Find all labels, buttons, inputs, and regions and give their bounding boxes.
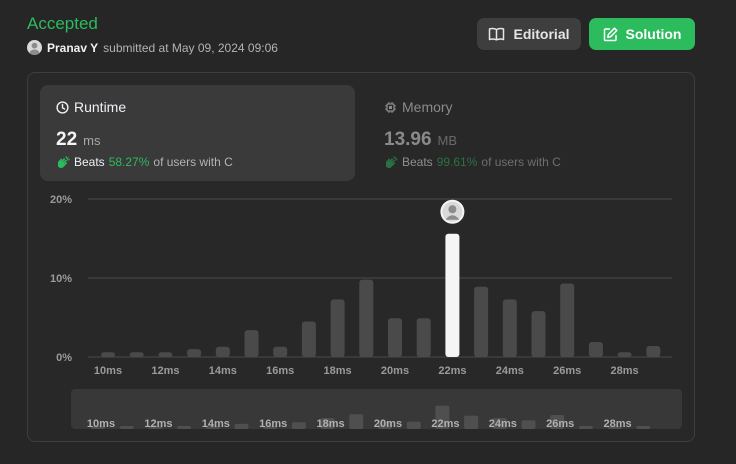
range-tick-label: 12ms	[144, 418, 172, 430]
bar[interactable]	[215, 346, 230, 357]
book-icon	[489, 27, 505, 41]
range-tick-label: 10ms	[87, 418, 115, 430]
range-tick-label: 24ms	[489, 418, 517, 430]
bar[interactable]	[359, 279, 374, 357]
x-tick-label: 14ms	[209, 365, 237, 377]
bar[interactable]	[129, 352, 144, 357]
range-tick-label: 22ms	[431, 418, 459, 430]
user-icon	[29, 42, 40, 55]
mini-bar	[291, 422, 306, 429]
username[interactable]: Pranav Y	[47, 41, 98, 55]
mini-bar	[406, 421, 421, 429]
y-tick-label: 0%	[56, 352, 72, 364]
bar[interactable]	[617, 352, 632, 357]
user-icon	[448, 205, 457, 214]
bar[interactable]	[474, 286, 489, 357]
solution-label: Solution	[625, 26, 682, 42]
bar[interactable]	[646, 345, 661, 357]
submission-info: Pranav Y submitted at May 09, 2024 09:06	[27, 40, 278, 55]
range-tick-label: 14ms	[202, 418, 230, 430]
editorial-button[interactable]: Editorial	[477, 18, 581, 50]
bar[interactable]	[273, 346, 288, 357]
y-tick-label: 10%	[50, 273, 72, 285]
result-panel: Runtime 22 ms Beats 58.27% of users with…	[27, 72, 695, 442]
x-tick-label: 20ms	[381, 365, 409, 377]
bar[interactable]	[158, 352, 173, 357]
bar-selected[interactable]	[445, 233, 460, 357]
x-tick-label: 16ms	[266, 365, 294, 377]
range-tick-label: 20ms	[374, 418, 402, 430]
range-tick-label: 28ms	[604, 418, 632, 430]
editorial-label: Editorial	[513, 26, 570, 42]
bar[interactable]	[301, 321, 316, 357]
x-tick-label: 28ms	[611, 365, 639, 377]
x-tick-label: 10ms	[94, 365, 122, 377]
bar[interactable]	[531, 311, 546, 357]
bar[interactable]	[330, 299, 345, 357]
bar[interactable]	[416, 318, 431, 357]
range-tick-label: 16ms	[259, 418, 287, 430]
edit-icon	[603, 26, 618, 41]
mini-bar	[119, 426, 134, 429]
mini-bar	[464, 415, 479, 429]
submitted-at: submitted at May 09, 2024 09:06	[103, 40, 278, 55]
mini-bar	[578, 426, 593, 429]
mini-bar	[521, 420, 536, 429]
mini-bar	[234, 423, 249, 429]
x-tick-label: 22ms	[438, 365, 466, 377]
x-tick-label: 18ms	[324, 365, 352, 377]
status-label: Accepted	[27, 14, 98, 33]
bar[interactable]	[101, 352, 115, 357]
bar[interactable]	[187, 349, 202, 357]
runtime-distribution-chart[interactable]: 20% 10% 0% 10ms 12ms 14ms 16ms 18ms 20ms 22ms 24ms…	[28, 73, 694, 441]
y-tick-label: 20%	[50, 194, 72, 206]
bar[interactable]	[588, 341, 603, 357]
range-tick-label: 26ms	[546, 418, 574, 430]
mini-bar	[636, 426, 651, 429]
range-tick-label: 18ms	[317, 418, 345, 430]
bar[interactable]	[244, 330, 259, 357]
mini-bar	[177, 426, 192, 429]
x-tick-label: 26ms	[553, 365, 581, 377]
avatar[interactable]	[27, 40, 42, 55]
solution-button[interactable]: Solution	[589, 18, 695, 50]
bar[interactable]	[388, 318, 402, 357]
bar[interactable]	[502, 299, 517, 357]
bar[interactable]	[560, 283, 575, 357]
mini-bar	[349, 414, 364, 429]
x-tick-label: 24ms	[496, 365, 524, 377]
x-tick-label: 12ms	[151, 365, 179, 377]
